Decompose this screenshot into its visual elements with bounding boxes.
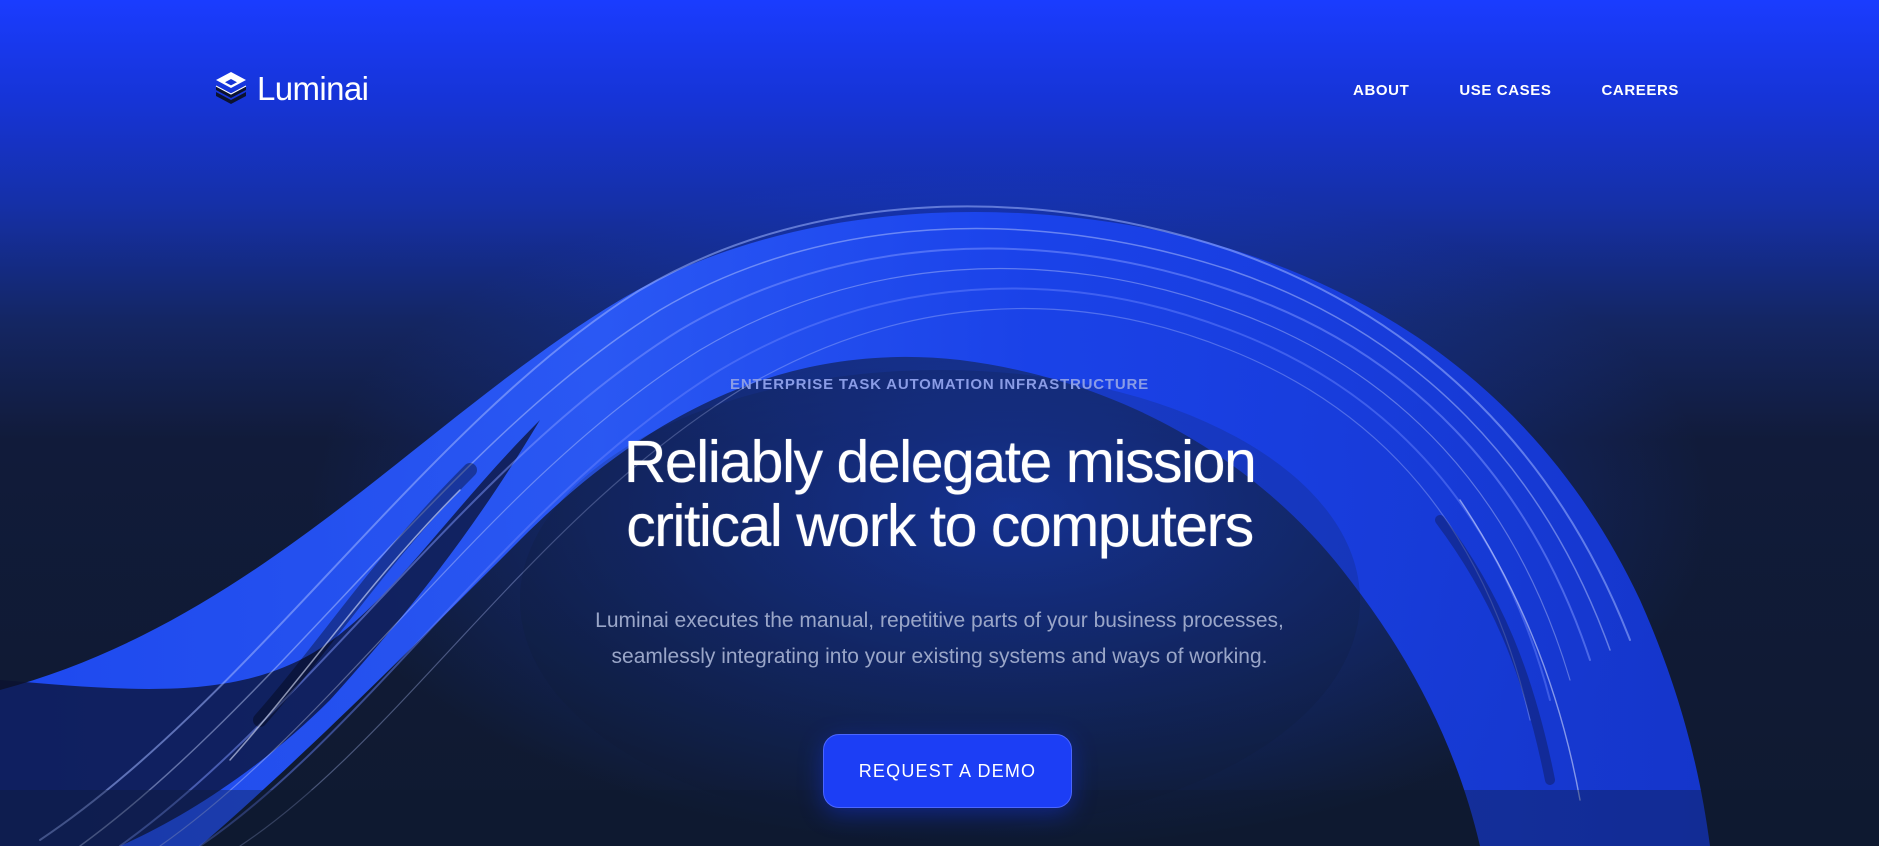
hero-headline-line-1: Reliably delegate mission [623,429,1257,495]
hero-subtitle: Luminai executes the manual, repetitive … [0,603,1879,675]
hero-section: ENTERPRISE TASK AUTOMATION INFRASTRUCTUR… [0,0,1879,846]
request-demo-button[interactable]: REQUEST A DEMO [823,734,1072,808]
hero-headline: Reliably delegate mission critical work … [0,430,1879,558]
hero-subtitle-line-2: seamlessly integrating into your existin… [611,645,1268,668]
hero-subtitle-line-1: Luminai executes the manual, repetitive … [595,609,1284,632]
hero-headline-line-2: critical work to computers [626,493,1254,559]
hero-eyebrow: ENTERPRISE TASK AUTOMATION INFRASTRUCTUR… [730,376,1149,393]
